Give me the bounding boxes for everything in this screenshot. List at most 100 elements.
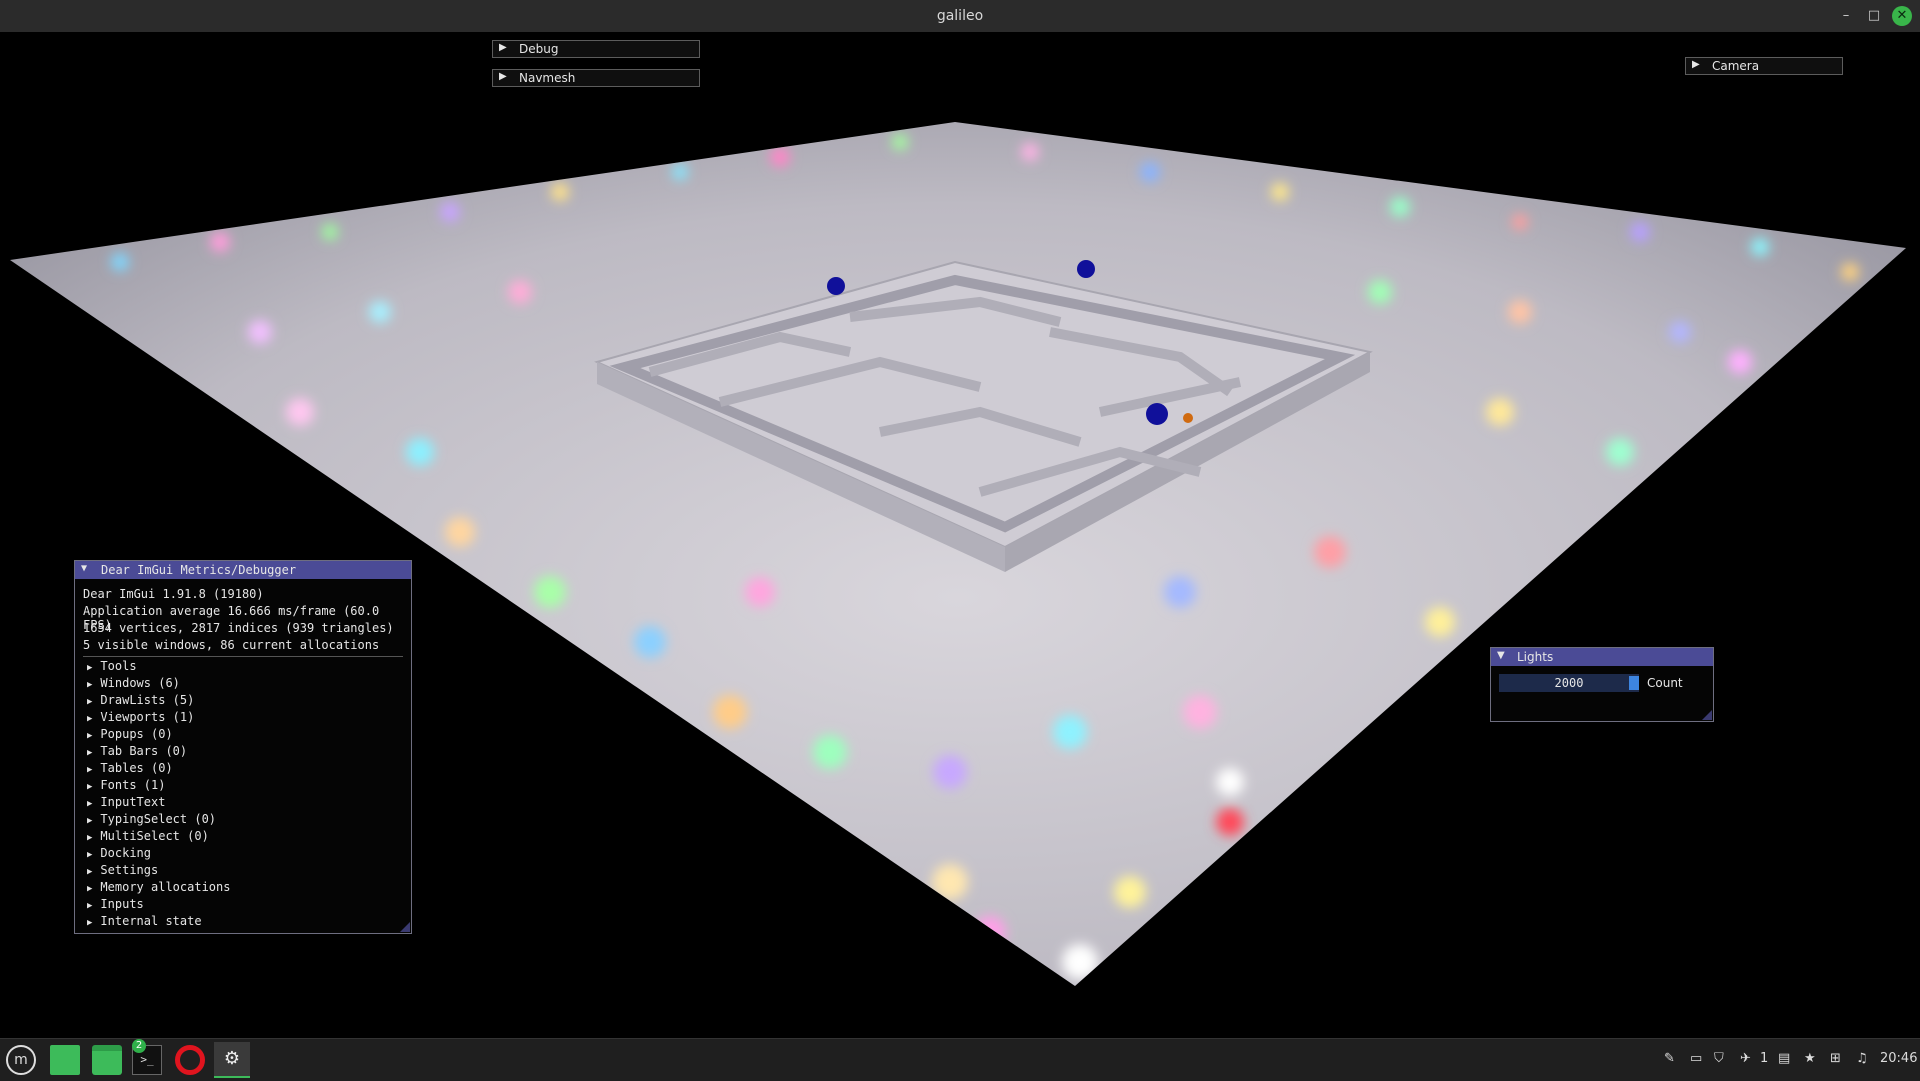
star-icon[interactable]: ★	[1804, 1051, 1816, 1066]
network-icon[interactable]: ⊞	[1830, 1051, 1841, 1066]
tree-node-windows[interactable]: ▶ Windows (6)	[87, 676, 180, 690]
navmesh-window-header[interactable]: ▶ Navmesh	[492, 69, 700, 87]
tree-node-label: Inputs	[100, 897, 144, 911]
lights-window[interactable]: ▼ Lights 2000 Count	[1490, 647, 1714, 722]
sound-icon[interactable]: ♫	[1856, 1051, 1868, 1066]
slider-grab-handle[interactable]	[1629, 676, 1639, 690]
clock[interactable]: 20:46	[1880, 1051, 1917, 1066]
expand-arrow-icon: ▶	[87, 833, 93, 843]
tree-node-label: Popups (0)	[100, 727, 173, 741]
tree-node-label: TypingSelect (0)	[100, 812, 217, 826]
tree-node-tables[interactable]: ▶ Tables (0)	[87, 761, 173, 775]
tree-node-popups[interactable]: ▶ Popups (0)	[87, 727, 173, 741]
tree-node-label: Viewports (1)	[100, 710, 195, 724]
metrics-debugger-window[interactable]: ▼ Dear ImGui Metrics/Debugger Dear ImGui…	[74, 560, 412, 934]
tree-node-memory-allocations[interactable]: ▶ Memory allocations	[87, 880, 230, 894]
metrics-vertices: 1654 vertices, 2817 indices (939 triangl…	[83, 621, 394, 635]
tree-node-label: Fonts (1)	[100, 778, 166, 792]
expand-arrow-icon: ▶	[87, 867, 93, 877]
separator	[83, 656, 403, 657]
tree-node-label: Windows (6)	[100, 676, 180, 690]
expand-arrow-icon: ▶	[499, 42, 507, 53]
resize-grip[interactable]	[1702, 710, 1712, 720]
tree-node-label: InputText	[100, 795, 166, 809]
camera-window-header[interactable]: ▶ Camera	[1685, 57, 1843, 75]
resize-grip[interactable]	[400, 922, 410, 932]
document-icon[interactable]: ▤	[1778, 1051, 1790, 1066]
tree-node-label: Tab Bars (0)	[100, 744, 188, 758]
expand-arrow-icon: ▶	[87, 731, 93, 741]
tree-node-label: Settings	[100, 863, 159, 877]
expand-arrow-icon: ▶	[87, 697, 93, 707]
expand-arrow-icon: ▶	[1692, 59, 1700, 70]
tree-node-internal-state[interactable]: ▶ Internal state	[87, 914, 202, 928]
shield-icon[interactable]: ⛉	[1714, 1051, 1724, 1066]
galileo-app-icon[interactable]: ⚙	[214, 1042, 250, 1078]
tree-node-label: Docking	[100, 846, 151, 860]
expand-arrow-icon: ▶	[87, 901, 93, 911]
tree-node-label: Internal state	[100, 914, 202, 928]
tree-node-inputtext[interactable]: ▶ InputText	[87, 795, 165, 809]
lights-window-header[interactable]: ▼ Lights	[1491, 648, 1713, 666]
agent-sphere	[827, 277, 845, 295]
target-marker	[1183, 413, 1193, 423]
tree-node-multiselect[interactable]: ▶ MultiSelect (0)	[87, 829, 209, 843]
count-label: Count	[1647, 676, 1683, 690]
expand-arrow-icon: ▶	[87, 680, 93, 690]
maximize-button[interactable]: □	[1864, 6, 1884, 26]
tree-node-label: DrawLists (5)	[100, 693, 195, 707]
metrics-windows: 5 visible windows, 86 current allocation…	[83, 638, 380, 652]
lights-window-title: Lights	[1517, 650, 1554, 664]
expand-arrow-icon: ▶	[87, 765, 93, 775]
workspace-indicator[interactable]: 1	[1760, 1051, 1768, 1066]
metrics-window-header[interactable]: ▼ Dear ImGui Metrics/Debugger	[75, 561, 411, 579]
expand-arrow-icon: ▶	[87, 663, 93, 673]
mint-menu-icon[interactable]: m	[6, 1045, 36, 1075]
camera-window-title: Camera	[1712, 59, 1760, 73]
expand-arrow-icon: ▶	[499, 71, 507, 82]
titlebar[interactable]: galileo – □ ✕	[0, 0, 1920, 32]
expand-arrow-icon: ▶	[87, 850, 93, 860]
expand-arrow-icon: ▶	[87, 748, 93, 758]
notification-icon[interactable]: ✈	[1740, 1051, 1751, 1066]
expand-arrow-icon: ▶	[87, 782, 93, 792]
window-title: galileo	[936, 8, 984, 24]
metrics-version: Dear ImGui 1.91.8 (19180)	[83, 587, 264, 601]
tree-node-docking[interactable]: ▶ Docking	[87, 846, 151, 860]
metrics-window-title: Dear ImGui Metrics/Debugger	[101, 563, 297, 577]
tree-node-label: Tables (0)	[100, 761, 173, 775]
close-button[interactable]: ✕	[1892, 6, 1912, 26]
tree-node-typingselect[interactable]: ▶ TypingSelect (0)	[87, 812, 216, 826]
window-count-badge: 2	[132, 1039, 146, 1053]
tree-node-tools[interactable]: ▶ Tools	[87, 659, 137, 673]
tree-node-tab-bars[interactable]: ▶ Tab Bars (0)	[87, 744, 187, 758]
show-desktop-icon[interactable]	[50, 1045, 80, 1075]
tree-node-viewports[interactable]: ▶ Viewports (1)	[87, 710, 194, 724]
clipboard-icon[interactable]: ▭	[1690, 1051, 1702, 1066]
expand-arrow-icon: ▶	[87, 918, 93, 928]
tree-node-label: Memory allocations	[100, 880, 231, 894]
collapse-arrow-icon: ▼	[1497, 650, 1505, 661]
light-count-slider[interactable]: 2000	[1499, 674, 1639, 692]
navmesh-window-title: Navmesh	[519, 71, 576, 85]
agent-sphere	[1146, 403, 1168, 425]
expand-arrow-icon: ▶	[87, 884, 93, 894]
expand-arrow-icon: ▶	[87, 816, 93, 826]
agent-sphere	[1077, 260, 1095, 278]
tree-node-inputs[interactable]: ▶ Inputs	[87, 897, 144, 911]
tree-node-label: MultiSelect (0)	[100, 829, 209, 843]
collapse-arrow-icon: ▼	[81, 563, 88, 574]
tree-node-settings[interactable]: ▶ Settings	[87, 863, 158, 877]
expand-arrow-icon: ▶	[87, 714, 93, 724]
minimize-button[interactable]: –	[1836, 6, 1856, 26]
expand-arrow-icon: ▶	[87, 799, 93, 809]
opera-browser-icon[interactable]	[175, 1045, 205, 1075]
taskbar: m >_ 2 ⚙ ✎ ▭ ⛉ ✈ 1 ▤ ★ ⊞ ♫ 20:46	[0, 1038, 1920, 1081]
tree-node-drawlists[interactable]: ▶ DrawLists (5)	[87, 693, 194, 707]
debug-window-title: Debug	[519, 42, 559, 56]
tree-node-fonts[interactable]: ▶ Fonts (1)	[87, 778, 165, 792]
debug-window-header[interactable]: ▶ Debug	[492, 40, 700, 58]
pen-icon[interactable]: ✎	[1664, 1051, 1675, 1066]
file-manager-icon[interactable]	[92, 1045, 122, 1075]
tree-node-label: Tools	[100, 659, 137, 673]
